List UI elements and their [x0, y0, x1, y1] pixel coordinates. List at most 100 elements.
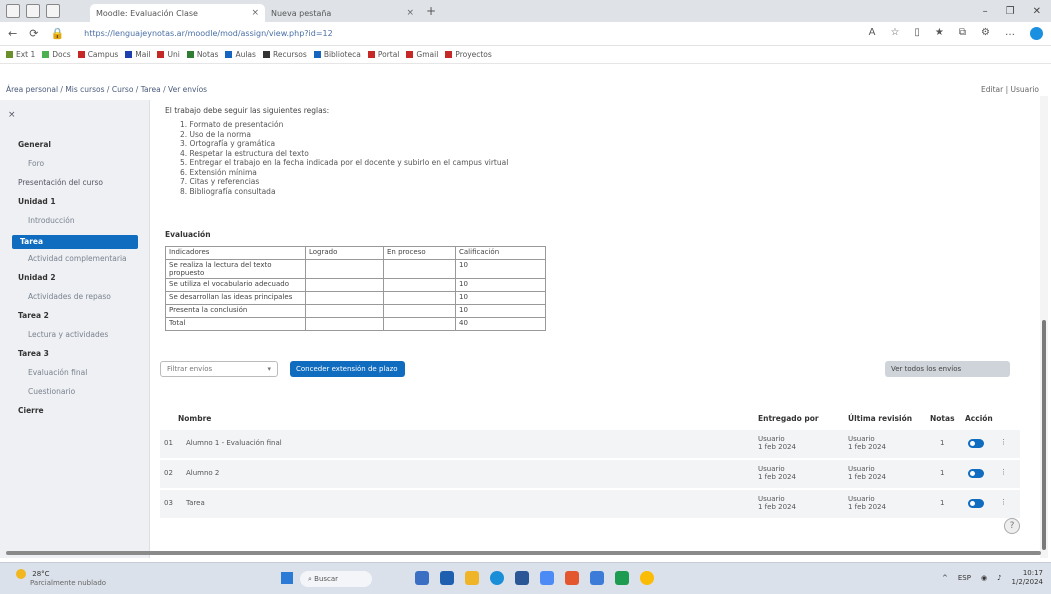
- table-row[interactable]: 02 Alumno 2 Usuario 1 feb 2024 Usuario 1 fe…: [160, 460, 1020, 488]
- tab-moodle-label: Moodle: Evaluación Clase: [96, 8, 198, 18]
- sidebar-item[interactable]: Tarea: [12, 235, 138, 249]
- tray-overflow-icon[interactable]: ^: [942, 574, 948, 582]
- clock[interactable]: 10:17 1/2/2024: [1012, 569, 1043, 587]
- volume-icon[interactable]: ♪: [997, 574, 1001, 582]
- refresh-icon[interactable]: ⟳: [29, 27, 38, 40]
- row-name[interactable]: Alumno 1 - Evaluación final: [186, 439, 282, 447]
- app-icon[interactable]: [440, 571, 454, 585]
- back-icon[interactable]: ←: [8, 27, 17, 40]
- visibility-toggle[interactable]: [968, 439, 984, 448]
- row-name[interactable]: Tarea: [186, 499, 205, 507]
- table-row[interactable]: 03 Tarea Usuario 1 feb 2024 Usuario 1 feb 2…: [160, 490, 1020, 518]
- intro-text: El trabajo debe seguir las siguientes re…: [165, 106, 330, 115]
- tab-moodle[interactable]: Moodle: Evaluación Clase ×: [90, 4, 265, 22]
- favorite-item[interactable]: Aulas: [225, 50, 256, 59]
- favorites-icon[interactable]: ★: [935, 27, 944, 40]
- minimize-icon[interactable]: –: [983, 6, 988, 17]
- wifi-icon[interactable]: ◉: [981, 574, 987, 582]
- close-icon[interactable]: ×: [406, 8, 414, 18]
- row-name[interactable]: Alumno 2: [186, 469, 219, 477]
- app-icon[interactable]: [540, 571, 554, 585]
- edge-browser-icon[interactable]: [490, 571, 504, 585]
- favorite-star-icon[interactable]: ☆: [890, 27, 899, 40]
- profile-icon[interactable]: [6, 4, 20, 18]
- favorite-item[interactable]: Gmail: [406, 50, 438, 59]
- maximize-icon[interactable]: ❐: [1006, 6, 1015, 17]
- url-field[interactable]: https://lenguajeynotas.ar/moodle/mod/ass…: [76, 26, 436, 42]
- sidebar-item[interactable]: General: [18, 140, 51, 149]
- sidebar-item[interactable]: Presentación del curso: [18, 178, 103, 187]
- row-menu-icon[interactable]: ⋮: [1000, 468, 1007, 476]
- favorite-item[interactable]: Portal: [367, 50, 399, 59]
- close-icon[interactable]: ×: [251, 8, 259, 18]
- vertical-scrollbar-thumb[interactable]: [1042, 320, 1046, 550]
- chrome-icon[interactable]: [640, 571, 654, 585]
- sidebar-item[interactable]: Foro: [28, 159, 44, 168]
- help-icon[interactable]: ?: [1004, 518, 1020, 534]
- sidebar-item[interactable]: Actividad complementaria: [28, 254, 127, 263]
- workspaces-icon[interactable]: [26, 4, 40, 18]
- favorite-item[interactable]: Recursos: [262, 50, 307, 59]
- rubric-title: Evaluación: [165, 230, 211, 239]
- visibility-toggle[interactable]: [968, 469, 984, 478]
- language-indicator[interactable]: ESP: [958, 574, 971, 582]
- app-icon[interactable]: [515, 571, 529, 585]
- sidebar-item[interactable]: Tarea 3: [18, 349, 49, 358]
- row-submitted-by: Usuario 1 feb 2024: [758, 495, 796, 511]
- sidebar-item[interactable]: Unidad 2: [18, 273, 56, 282]
- favorite-item[interactable]: Campus: [77, 50, 118, 59]
- row-menu-icon[interactable]: ⋮: [1000, 498, 1007, 506]
- favorite-item[interactable]: Ext 1: [6, 50, 35, 59]
- new-tab-icon[interactable]: +: [426, 4, 436, 18]
- visibility-toggle[interactable]: [968, 499, 984, 508]
- tab-actions-icon[interactable]: [46, 4, 60, 18]
- app-icon[interactable]: [615, 571, 629, 585]
- col-submitted-by[interactable]: Entregado por: [758, 414, 819, 423]
- copilot-icon[interactable]: [1030, 27, 1043, 40]
- col-name[interactable]: Nombre: [178, 414, 211, 423]
- sidebar-collapse-icon[interactable]: ×: [8, 110, 16, 120]
- window-close-icon[interactable]: ✕: [1033, 6, 1041, 17]
- rule-item: 8. Bibliografía consultada: [180, 186, 276, 196]
- favorite-item[interactable]: Uni: [157, 50, 180, 59]
- sidebar-item[interactable]: Tarea 2: [18, 311, 49, 320]
- sidebar-item[interactable]: Unidad 1: [18, 197, 56, 206]
- favorite-item[interactable]: Biblioteca: [313, 50, 361, 59]
- app-icon[interactable]: [590, 571, 604, 585]
- taskbar-search[interactable]: ⌕ Buscar: [300, 571, 372, 587]
- app-icon[interactable]: [415, 571, 429, 585]
- view-all-button[interactable]: Ver todos los envíos: [885, 361, 1010, 377]
- favorite-item[interactable]: Docs: [42, 50, 71, 59]
- col-last-modified[interactable]: Última revisión: [848, 414, 912, 423]
- windows-start-icon[interactable]: [281, 572, 293, 584]
- app-icon[interactable]: [565, 571, 579, 585]
- split-screen-icon[interactable]: ▯: [914, 27, 920, 40]
- read-aloud-icon[interactable]: A: [869, 27, 876, 40]
- weather-widget[interactable]: 28°C Parcialmente nublado: [16, 569, 106, 587]
- col-grade[interactable]: Notas: [930, 414, 955, 423]
- favorite-item[interactable]: Mail: [125, 50, 150, 59]
- filter-select[interactable]: Filtrar envíos ▾: [160, 361, 278, 377]
- breadcrumb[interactable]: Área personal / Mis cursos / Curso / Tar…: [6, 85, 207, 94]
- favorite-item[interactable]: Notas: [186, 50, 218, 59]
- user-menu[interactable]: Editar | Usuario: [981, 85, 1039, 94]
- col-action[interactable]: Acción: [965, 414, 993, 423]
- collections-icon[interactable]: ⧉: [959, 27, 966, 40]
- main-content: El trabajo debe seguir las siguientes re…: [160, 100, 1030, 558]
- sidebar-item[interactable]: Lectura y actividades: [28, 330, 108, 339]
- sidebar-item[interactable]: Evaluación final: [28, 368, 87, 377]
- grant-extension-button[interactable]: Conceder extensión de plazo: [290, 361, 405, 377]
- row-menu-icon[interactable]: ⋮: [1000, 438, 1007, 446]
- moodle-breadcrumb-bar: Área personal / Mis cursos / Curso / Tar…: [0, 82, 1051, 96]
- table-row[interactable]: 01 Alumno 1 - Evaluación final Usuario 1 f…: [160, 430, 1020, 458]
- favorite-item[interactable]: Proyectos: [445, 50, 492, 59]
- sidebar-item[interactable]: Actividades de repaso: [28, 292, 111, 301]
- sidebar-item[interactable]: Cierre: [18, 406, 44, 415]
- extensions-icon[interactable]: ⚙: [981, 27, 990, 40]
- more-icon[interactable]: …: [1005, 27, 1015, 40]
- sidebar-item[interactable]: Cuestionario: [28, 387, 75, 396]
- tab-new[interactable]: Nueva pestaña ×: [265, 4, 420, 22]
- horizontal-scrollbar[interactable]: [6, 551, 1041, 555]
- file-explorer-icon[interactable]: [465, 571, 479, 585]
- sidebar-item[interactable]: Introducción: [28, 216, 75, 225]
